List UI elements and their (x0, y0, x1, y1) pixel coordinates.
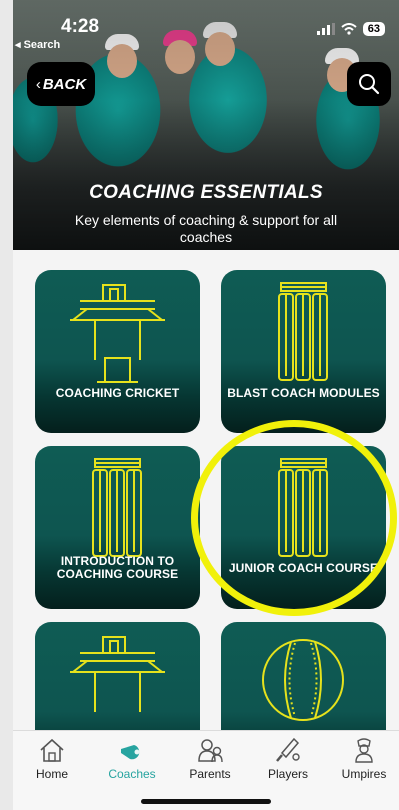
card-blast-coach-modules[interactable]: BLAST COACH MODULES (221, 270, 386, 433)
tab-umpires[interactable]: Umpires (329, 737, 399, 781)
signal-icon (316, 23, 335, 35)
home-indicator (141, 799, 271, 804)
search-icon (359, 74, 380, 95)
wickets-icon (278, 282, 328, 381)
tab-label: Coaches (108, 767, 156, 781)
tab-parents[interactable]: Parents (175, 737, 245, 781)
tab-coaches[interactable]: Coaches (97, 737, 167, 781)
back-button-label: BACK (42, 75, 87, 93)
wickets-icon (92, 458, 142, 557)
page-title: COACHING ESSENTIALS (89, 182, 323, 203)
tab-label: Home (35, 767, 68, 781)
back-button[interactable]: ‹ BACK (27, 62, 95, 106)
card-label: INTRODUCTION TO COACHING COURSE (56, 554, 179, 581)
whistle-icon (121, 745, 140, 760)
umpire-icon (355, 738, 373, 763)
card-label: COACHING CRICKET (55, 386, 180, 400)
chevron-left-icon: ‹ (35, 75, 41, 93)
highlight-circle (191, 420, 397, 616)
tab-label: Players (267, 767, 308, 781)
battery-indicator: 63 (362, 22, 385, 36)
batting-tee-icon (70, 284, 165, 383)
card-introduction-coaching-course[interactable]: INTRODUCTION TO COACHING COURSE (35, 446, 200, 609)
back-to-search[interactable]: ◂ Search (15, 38, 60, 51)
app-screen: 4:28 ◂ Search 63 ‹ BACK COACHING ESSENTI… (13, 0, 399, 810)
wifi-icon (341, 23, 357, 35)
back-to-search-label: Search (23, 39, 61, 51)
parents-icon (198, 739, 223, 763)
tab-label: Parents (189, 767, 231, 781)
home-icon (40, 738, 64, 762)
status-time: 4:28 (61, 16, 100, 37)
card-coaching-cricket[interactable]: COACHING CRICKET (35, 270, 200, 433)
search-button[interactable] (347, 62, 391, 106)
tab-label: Umpires (341, 767, 387, 781)
bottom-tab-bar: Home Coaches Parents Players Umpires (13, 730, 399, 810)
hero-banner: 4:28 ◂ Search 63 ‹ BACK COACHING ESSENTI… (13, 0, 399, 250)
tab-home[interactable]: Home (17, 737, 87, 781)
card-label: BLAST COACH MODULES (227, 386, 380, 400)
tab-players[interactable]: Players (253, 737, 323, 781)
page-subtitle: Key elements of coaching & support for a… (74, 212, 338, 245)
status-icons: 63 (316, 22, 385, 36)
bat-icon (276, 737, 300, 762)
